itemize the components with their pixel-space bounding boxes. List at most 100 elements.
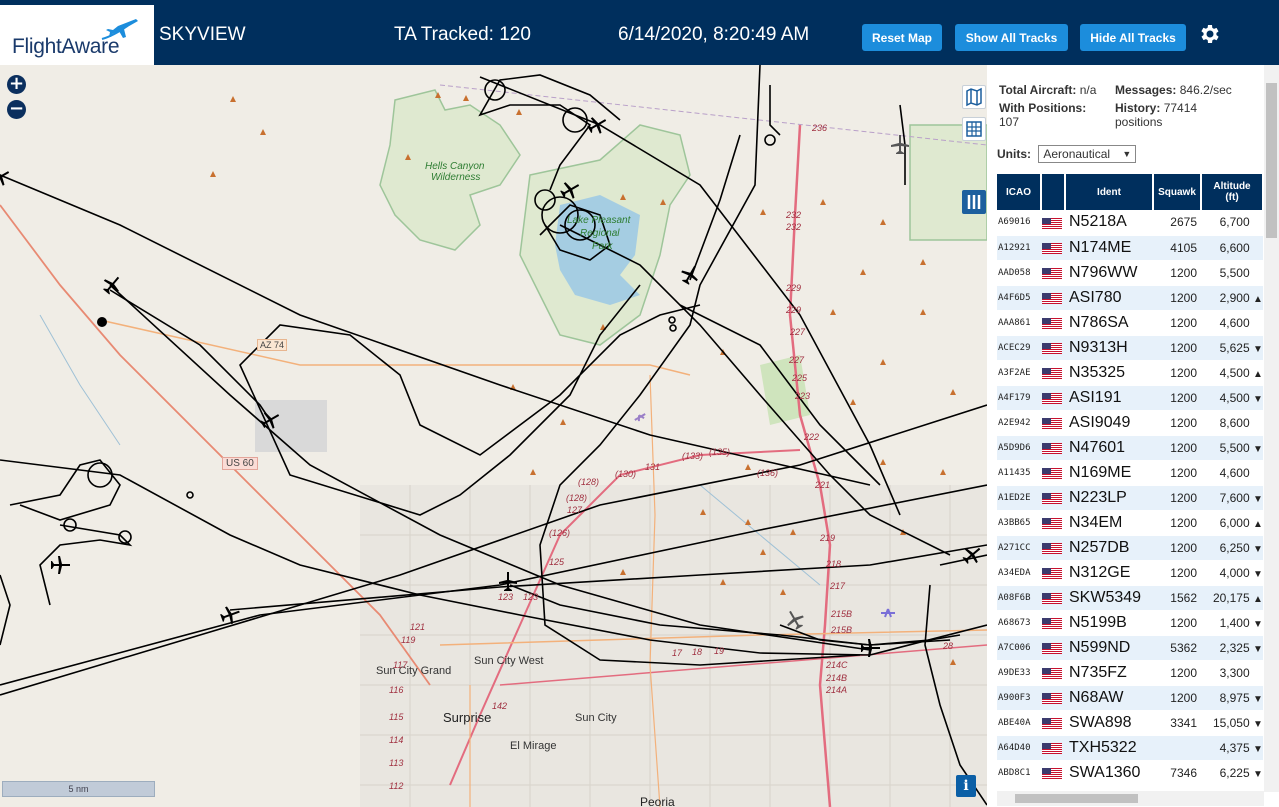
info-button[interactable]: i	[956, 775, 976, 797]
cell-altitude: 2,325 ▼	[1201, 635, 1263, 661]
road-number: 218	[826, 559, 842, 569]
messages-value: 846.2/sec	[1179, 83, 1232, 97]
table-row[interactable]: A64D40 TXH5322 4,375 ▼	[997, 735, 1263, 761]
table-row[interactable]: A3F2AE N35325 1200 4,500 ▲	[997, 360, 1263, 386]
hide-all-tracks-button[interactable]: Hide All Tracks	[1080, 24, 1186, 51]
table-row[interactable]: A4F6D5 ASI780 1200 2,900 ▲	[997, 285, 1263, 311]
road-number: 125	[549, 557, 565, 567]
table-row[interactable]: A7C006 N599ND 5362 2,325 ▼	[997, 635, 1263, 661]
table-row[interactable]: A4F179 ASI191 1200 4,500 ▼	[997, 385, 1263, 411]
cell-icao: A7C006	[997, 635, 1041, 661]
us-flag-icon	[1041, 560, 1065, 586]
table-row[interactable]: A3BB65 N34EM 1200 6,000 ▲	[997, 510, 1263, 536]
cell-squawk: 1200	[1153, 660, 1201, 686]
table-row[interactable]: A08F6B SKW5349 1562 20,175 ▲	[997, 585, 1263, 611]
altitude-trend-icon: ▼	[1253, 443, 1263, 455]
column-header-flag[interactable]	[1041, 174, 1066, 210]
top-header: FlightAware SKYVIEW TA Tracked: 120 6/14…	[0, 0, 1279, 65]
cell-icao: ABD8C1	[997, 760, 1041, 786]
table-row[interactable]: A900F3 N68AW 1200 8,975 ▼	[997, 685, 1263, 711]
us-flag-icon	[1041, 760, 1065, 786]
column-header-icao[interactable]: ICAO	[997, 174, 1042, 210]
aircraft-panel: Total Aircraft: n/a Messages: 846.2/sec …	[987, 65, 1279, 807]
altitude-header-label: Altitude	[1213, 181, 1251, 192]
cell-squawk: 1200	[1153, 460, 1201, 486]
table-row[interactable]: ABE40A SWA898 3341 15,050 ▼	[997, 710, 1263, 736]
horizontal-scrollbar[interactable]	[997, 791, 1264, 806]
table-row[interactable]: AAA861 N786SA 1200 4,600	[997, 310, 1263, 336]
table-row[interactable]: A69016 N5218A 2675 6,700	[997, 210, 1263, 236]
table-row[interactable]: A34EDA N312GE 1200 4,000 ▼	[997, 560, 1263, 586]
altitude-value: 4,500	[1219, 390, 1250, 405]
zoom-in-button[interactable]: +	[7, 75, 26, 94]
road-number: 229	[786, 283, 802, 293]
cell-altitude: 8,975 ▼	[1201, 685, 1263, 711]
gear-icon[interactable]	[1197, 22, 1221, 46]
cell-altitude: 8,600	[1201, 410, 1263, 436]
altitude-value: 3,300	[1219, 665, 1250, 680]
cell-icao: A4F6D5	[997, 285, 1041, 311]
us-flag-icon	[1041, 735, 1065, 761]
table-row[interactable]: A2E942 ASI9049 1200 8,600	[997, 410, 1263, 436]
cell-squawk: 4105	[1153, 235, 1201, 261]
cell-squawk: 1200	[1153, 510, 1201, 536]
us-flag-icon	[1041, 535, 1065, 561]
map-icon	[966, 87, 982, 107]
cell-squawk: 1200	[1153, 685, 1201, 711]
table-row[interactable]: A5D9D6 N47601 1200 5,500 ▼	[997, 435, 1263, 461]
table-row[interactable]: A11435 N169ME 1200 4,600	[997, 460, 1263, 486]
ta-tracked-count: TA Tracked: 120	[394, 24, 531, 45]
zoom-out-button[interactable]: −	[7, 100, 26, 119]
road-number: 222	[804, 432, 820, 442]
cell-squawk: 1200	[1153, 485, 1201, 511]
aircraft-table-wrap: ICAO Ident Squawk Altitude (ft) A69016 N5…	[997, 174, 1263, 790]
altitude-trend-icon: ▼	[1253, 693, 1263, 705]
cell-icao: A64D40	[997, 735, 1041, 761]
table-row[interactable]: A9DE33 N735FZ 1200 3,300	[997, 660, 1263, 686]
cell-ident: N9313H	[1065, 335, 1153, 361]
column-header-squawk[interactable]: Squawk	[1153, 174, 1202, 210]
units-label: Units:	[997, 147, 1031, 161]
altitude-trend-icon: ▼	[1253, 643, 1263, 655]
flightaware-logo[interactable]: FlightAware	[0, 5, 154, 65]
table-row[interactable]: ACEC29 N9313H 1200 5,625 ▼	[997, 335, 1263, 361]
altitude-trend-icon: ▼	[1253, 618, 1263, 630]
grid-toggle-button[interactable]	[962, 117, 986, 141]
table-row[interactable]: A68673 N5199B 1200 1,400 ▼	[997, 610, 1263, 636]
cell-ident: N35325	[1065, 360, 1153, 386]
table-row[interactable]: AAD058 N796WW 1200 5,500	[997, 260, 1263, 286]
vertical-scrollbar-thumb[interactable]	[1266, 83, 1277, 238]
table-row[interactable]: ABD8C1 SWA1360 7346 6,225 ▼	[997, 760, 1263, 786]
reset-map-button[interactable]: Reset Map	[862, 24, 942, 51]
horizontal-scrollbar-thumb[interactable]	[1015, 794, 1138, 803]
us-flag-icon	[1041, 435, 1065, 461]
logo-text: FlightAware	[12, 35, 120, 58]
road-number: 114	[389, 735, 404, 745]
cell-altitude: 6,600	[1201, 235, 1263, 261]
vertical-scrollbar[interactable]	[1264, 65, 1279, 792]
units-selected-value: Aeronautical	[1043, 147, 1111, 161]
table-row[interactable]: A271CC N257DB 1200 6,250 ▼	[997, 535, 1263, 561]
us-flag-icon	[1041, 310, 1065, 336]
table-row[interactable]: A1ED2E N223LP 1200 7,600 ▼	[997, 485, 1263, 511]
cell-altitude: 4,375 ▼	[1201, 735, 1263, 761]
cell-altitude: 5,625 ▼	[1201, 335, 1263, 361]
cell-icao: A4F179	[997, 385, 1041, 411]
grid-icon	[966, 121, 982, 137]
road-number: 123	[523, 592, 539, 602]
column-header-altitude[interactable]: Altitude (ft)	[1201, 174, 1263, 210]
map-canvas[interactable]: Hells Canyon Wilderness Lake Pleasant Re…	[0, 65, 987, 807]
cell-ident: N786SA	[1065, 310, 1153, 336]
table-row[interactable]: A12921 N174ME 4105 6,600	[997, 235, 1263, 261]
road-number: 142	[492, 701, 508, 711]
cell-ident: N735FZ	[1065, 660, 1153, 686]
column-header-ident[interactable]: Ident	[1065, 174, 1154, 210]
aircraft-table: ICAO Ident Squawk Altitude (ft) A69016 N5…	[997, 174, 1263, 786]
altitude-value: 8,600	[1219, 415, 1250, 430]
road-number: 17	[672, 648, 683, 658]
columns-toggle-button[interactable]	[962, 190, 986, 214]
units-select[interactable]: Aeronautical ▼	[1038, 145, 1137, 163]
show-all-tracks-button[interactable]: Show All Tracks	[955, 24, 1068, 51]
map-layers-button[interactable]	[962, 85, 986, 109]
total-aircraft-stat: Total Aircraft: n/a	[999, 83, 1096, 97]
